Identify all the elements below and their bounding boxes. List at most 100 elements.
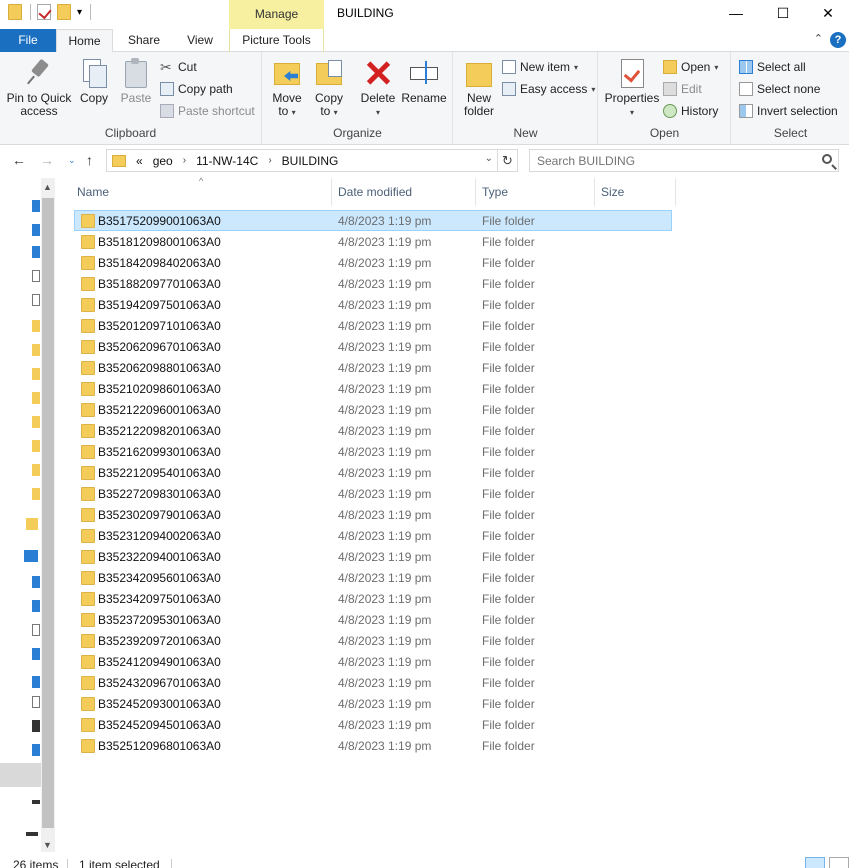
- drive-icon[interactable]: [32, 800, 40, 804]
- network-drive-icon[interactable]: [26, 832, 38, 836]
- 3d-objects-icon[interactable]: [32, 576, 40, 588]
- table-row[interactable]: B351942097501063A0 4/8/2023 1:19 pm File f…: [74, 294, 672, 315]
- delete-button[interactable]: Delete ▾: [359, 58, 397, 119]
- scrollbar-thumb[interactable]: [42, 198, 54, 828]
- column-type[interactable]: Type: [476, 178, 595, 206]
- easy-access-button[interactable]: Easy access ▾: [502, 80, 595, 98]
- folder-icon[interactable]: [32, 392, 40, 404]
- table-row[interactable]: B352062098801063A0 4/8/2023 1:19 pm File f…: [74, 357, 672, 378]
- rename-button[interactable]: Rename: [401, 58, 447, 105]
- minimize-button[interactable]: —: [713, 0, 759, 26]
- folder-icon[interactable]: [32, 344, 40, 356]
- column-size[interactable]: Size: [595, 178, 676, 206]
- paste-button[interactable]: Paste: [118, 58, 154, 105]
- breadcrumb-overflow[interactable]: «: [136, 154, 143, 168]
- folder-icon[interactable]: [32, 488, 40, 500]
- new-folder-button[interactable]: New folder: [460, 58, 498, 118]
- music-icon[interactable]: [32, 676, 40, 688]
- close-button[interactable]: ✕: [805, 0, 849, 26]
- open-button[interactable]: Open ▾: [663, 58, 718, 76]
- folder-icon[interactable]: [26, 518, 38, 530]
- select-all-button[interactable]: Select all: [739, 58, 806, 76]
- column-date-modified[interactable]: Date modified: [332, 178, 476, 206]
- forward-arrow-icon[interactable]: →: [40, 152, 54, 168]
- table-row[interactable]: B352432096701063A0 4/8/2023 1:19 pm File f…: [74, 672, 672, 693]
- manage-tab[interactable]: Manage: [229, 0, 324, 29]
- documents-icon[interactable]: [32, 624, 40, 636]
- videos-icon[interactable]: [32, 720, 40, 732]
- move-to-button[interactable]: Move to ▾: [269, 58, 305, 119]
- table-row[interactable]: B352372095301063A0 4/8/2023 1:19 pm File f…: [74, 609, 672, 630]
- folder-icon[interactable]: [32, 464, 40, 476]
- refresh-icon[interactable]: ↻: [498, 149, 518, 172]
- breadcrumb-chevron-icon[interactable]: ›: [183, 155, 186, 166]
- large-icons-view-icon[interactable]: [829, 857, 849, 868]
- table-row[interactable]: B352322094001063A0 4/8/2023 1:19 pm File f…: [74, 546, 672, 567]
- folder-icon[interactable]: [32, 320, 40, 332]
- collapse-ribbon-icon[interactable]: ⌃: [814, 32, 823, 45]
- table-row[interactable]: B352452093001063A0 4/8/2023 1:19 pm File f…: [74, 693, 672, 714]
- table-row[interactable]: B352312094002063A0 4/8/2023 1:19 pm File f…: [74, 525, 672, 546]
- search-input[interactable]: [530, 150, 810, 171]
- nav-pane-scrollbar[interactable]: ▲ ▼: [41, 178, 55, 852]
- table-row[interactable]: B352102098601063A0 4/8/2023 1:19 pm File f…: [74, 378, 672, 399]
- table-row[interactable]: B352302097901063A0 4/8/2023 1:19 pm File f…: [74, 504, 672, 525]
- pictures-icon[interactable]: [32, 696, 40, 708]
- copy-button[interactable]: Copy: [76, 58, 112, 105]
- table-row[interactable]: B352512096801063A0 4/8/2023 1:19 pm File f…: [74, 735, 672, 756]
- this-pc-icon[interactable]: [24, 550, 38, 562]
- tab-share[interactable]: Share: [122, 29, 166, 52]
- select-none-button[interactable]: Select none: [739, 80, 820, 98]
- downloads-icon[interactable]: [32, 246, 40, 258]
- table-row[interactable]: B352212095401063A0 4/8/2023 1:19 pm File f…: [74, 462, 672, 483]
- table-row[interactable]: B352122098201063A0 4/8/2023 1:19 pm File f…: [74, 420, 672, 441]
- table-row[interactable]: B352392097201063A0 4/8/2023 1:19 pm File f…: [74, 630, 672, 651]
- new-folder-icon[interactable]: [57, 4, 71, 20]
- nav-pane-selected-item[interactable]: [0, 763, 41, 787]
- edit-button[interactable]: Edit: [663, 80, 702, 98]
- scroll-down-icon[interactable]: ▼: [43, 840, 52, 850]
- desktop-icon[interactable]: [32, 600, 40, 612]
- maximize-button[interactable]: ☐: [760, 0, 806, 26]
- invert-selection-button[interactable]: Invert selection: [739, 102, 838, 120]
- table-row[interactable]: B352012097101063A0 4/8/2023 1:19 pm File f…: [74, 315, 672, 336]
- tab-home[interactable]: Home: [56, 29, 113, 53]
- recent-locations-chevron-icon[interactable]: ⌄: [68, 155, 76, 166]
- new-item-button[interactable]: New item ▾: [502, 58, 578, 76]
- folder-icon[interactable]: [32, 416, 40, 428]
- paste-shortcut-button[interactable]: Paste shortcut: [160, 102, 255, 120]
- scroll-up-icon[interactable]: ▲: [43, 182, 52, 192]
- documents-icon[interactable]: [32, 270, 40, 282]
- back-arrow-icon[interactable]: ←: [12, 152, 26, 168]
- help-icon[interactable]: ?: [830, 32, 846, 48]
- tab-picture-tools[interactable]: Picture Tools: [229, 29, 324, 52]
- quick-access-star-icon[interactable]: [32, 200, 40, 212]
- table-row[interactable]: B351882097701063A0 4/8/2023 1:19 pm File f…: [74, 273, 672, 294]
- breadcrumb-11-nw-14c[interactable]: 11-NW-14C: [196, 154, 258, 168]
- table-row[interactable]: B352412094901063A0 4/8/2023 1:19 pm File f…: [74, 651, 672, 672]
- address-bar[interactable]: « geo › 11-NW-14C › BUILDING ⌄: [106, 149, 498, 172]
- breadcrumb-building[interactable]: BUILDING: [282, 154, 339, 168]
- pin-to-quick-access-button[interactable]: Pin to Quick access: [4, 58, 74, 118]
- details-view-icon[interactable]: [805, 857, 825, 868]
- pictures-icon[interactable]: [32, 294, 40, 306]
- table-row[interactable]: B351812098001063A0 4/8/2023 1:19 pm File f…: [74, 231, 672, 252]
- breadcrumb-chevron-icon[interactable]: ›: [268, 155, 271, 166]
- table-row[interactable]: B352272098301063A0 4/8/2023 1:19 pm File f…: [74, 483, 672, 504]
- windows-drive-icon[interactable]: [32, 744, 40, 756]
- table-row[interactable]: B352122096001063A0 4/8/2023 1:19 pm File f…: [74, 399, 672, 420]
- properties-check-icon[interactable]: [37, 4, 51, 20]
- table-row[interactable]: B352342097501063A0 4/8/2023 1:19 pm File f…: [74, 588, 672, 609]
- up-arrow-icon[interactable]: ↑: [86, 152, 93, 168]
- search-box[interactable]: [529, 149, 839, 172]
- table-row[interactable]: B351842098402063A0 4/8/2023 1:19 pm File f…: [74, 252, 672, 273]
- table-row[interactable]: B352342095601063A0 4/8/2023 1:19 pm File f…: [74, 567, 672, 588]
- folder-icon[interactable]: [32, 368, 40, 380]
- copy-to-button[interactable]: Copy to ▾: [311, 58, 347, 119]
- address-dropdown-icon[interactable]: ⌄: [485, 153, 493, 164]
- folder-icon[interactable]: [32, 440, 40, 452]
- tab-file[interactable]: File: [0, 29, 56, 52]
- tab-view[interactable]: View: [178, 29, 222, 52]
- downloads-icon[interactable]: [32, 648, 40, 660]
- table-row[interactable]: B352162099301063A0 4/8/2023 1:19 pm File f…: [74, 441, 672, 462]
